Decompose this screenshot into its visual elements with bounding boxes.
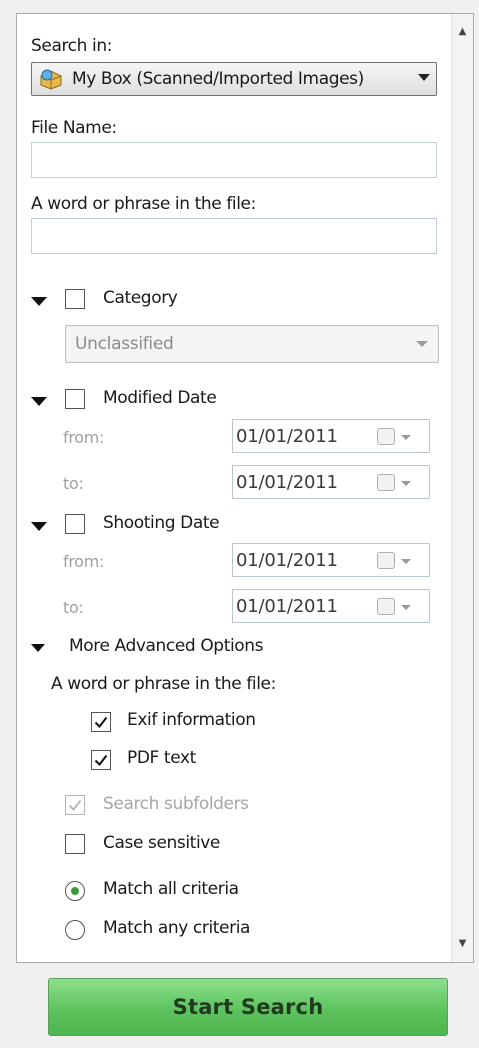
modified-to-label: to: — [63, 474, 84, 493]
collapse-triangle-icon[interactable] — [31, 297, 47, 306]
match-any-label: Match any criteria — [103, 918, 251, 938]
shooting-to-label: to: — [63, 598, 84, 617]
modified-from-date-field[interactable]: 01/01/2011 — [232, 419, 430, 453]
chevron-down-icon[interactable] — [401, 435, 411, 440]
shooting-to-date-field[interactable]: 01/01/2011 — [232, 589, 430, 623]
file-name-input[interactable] — [31, 142, 437, 178]
calendar-icon[interactable] — [377, 552, 395, 569]
category-dropdown[interactable]: Unclassified — [65, 325, 439, 363]
calendar-icon[interactable] — [377, 474, 395, 491]
chevron-down-icon[interactable] — [401, 605, 411, 610]
search-in-value: My Box (Scanned/Imported Images) — [72, 69, 364, 89]
search-in-label: Search in: — [31, 36, 113, 56]
box-icon — [40, 69, 62, 90]
category-label: Category — [103, 288, 178, 308]
shooting-to-date-value: 01/01/2011 — [236, 596, 338, 617]
category-value: Unclassified — [75, 334, 174, 354]
pdf-text-checkbox[interactable] — [91, 750, 111, 770]
exif-label: Exif information — [127, 710, 256, 730]
checkmark-icon — [94, 754, 108, 767]
collapse-triangle-icon[interactable] — [31, 397, 47, 406]
modified-from-date-value: 01/01/2011 — [236, 426, 338, 447]
search-subfolders-label: Search subfolders — [103, 794, 249, 814]
calendar-icon[interactable] — [377, 428, 395, 445]
chevron-down-icon — [418, 74, 430, 81]
collapse-triangle-icon[interactable] — [31, 644, 45, 652]
case-sensitive-label: Case sensitive — [103, 833, 220, 853]
file-name-label: File Name: — [31, 118, 117, 138]
match-all-radio[interactable] — [65, 881, 85, 901]
modified-date-checkbox[interactable] — [65, 389, 85, 409]
radio-selected-dot — [70, 886, 79, 895]
search-panel: Search in: My Box (Scanned/Imported Imag… — [16, 13, 474, 963]
modified-date-label: Modified Date — [103, 388, 217, 408]
match-any-radio[interactable] — [65, 920, 85, 940]
phrase-input[interactable] — [31, 218, 437, 254]
shooting-from-date-field[interactable]: 01/01/2011 — [232, 543, 430, 577]
search-in-dropdown[interactable]: My Box (Scanned/Imported Images) — [31, 62, 437, 96]
vertical-scrollbar[interactable]: ▲ ▼ — [451, 14, 473, 962]
modified-to-date-field[interactable]: 01/01/2011 — [232, 465, 430, 499]
phrase-label: A word or phrase in the file: — [31, 194, 256, 214]
checkmark-icon — [68, 799, 82, 811]
case-sensitive-checkbox[interactable] — [65, 834, 85, 854]
scroll-down-arrow-icon[interactable]: ▼ — [452, 934, 473, 954]
exif-checkbox[interactable] — [91, 712, 111, 732]
chevron-down-icon — [416, 341, 428, 347]
pdf-text-label: PDF text — [127, 748, 196, 768]
shooting-from-label: from: — [63, 552, 105, 571]
category-checkbox[interactable] — [65, 289, 85, 309]
shooting-from-date-value: 01/01/2011 — [236, 550, 338, 571]
collapse-triangle-icon[interactable] — [31, 522, 47, 531]
modified-to-date-value: 01/01/2011 — [236, 472, 338, 493]
search-subfolders-checkbox[interactable] — [65, 795, 85, 815]
match-all-label: Match all criteria — [103, 879, 239, 899]
chevron-down-icon[interactable] — [401, 481, 411, 486]
checkmark-icon — [94, 716, 108, 729]
calendar-icon[interactable] — [377, 598, 395, 615]
chevron-down-icon[interactable] — [401, 559, 411, 564]
start-search-button[interactable]: Start Search — [48, 978, 448, 1036]
modified-from-label: from: — [63, 428, 105, 447]
advanced-phrase-label: A word or phrase in the file: — [51, 674, 276, 694]
scroll-up-arrow-icon[interactable]: ▲ — [452, 22, 473, 42]
advanced-options-label[interactable]: More Advanced Options — [69, 636, 264, 656]
shooting-date-label: Shooting Date — [103, 513, 220, 533]
shooting-date-checkbox[interactable] — [65, 514, 85, 534]
